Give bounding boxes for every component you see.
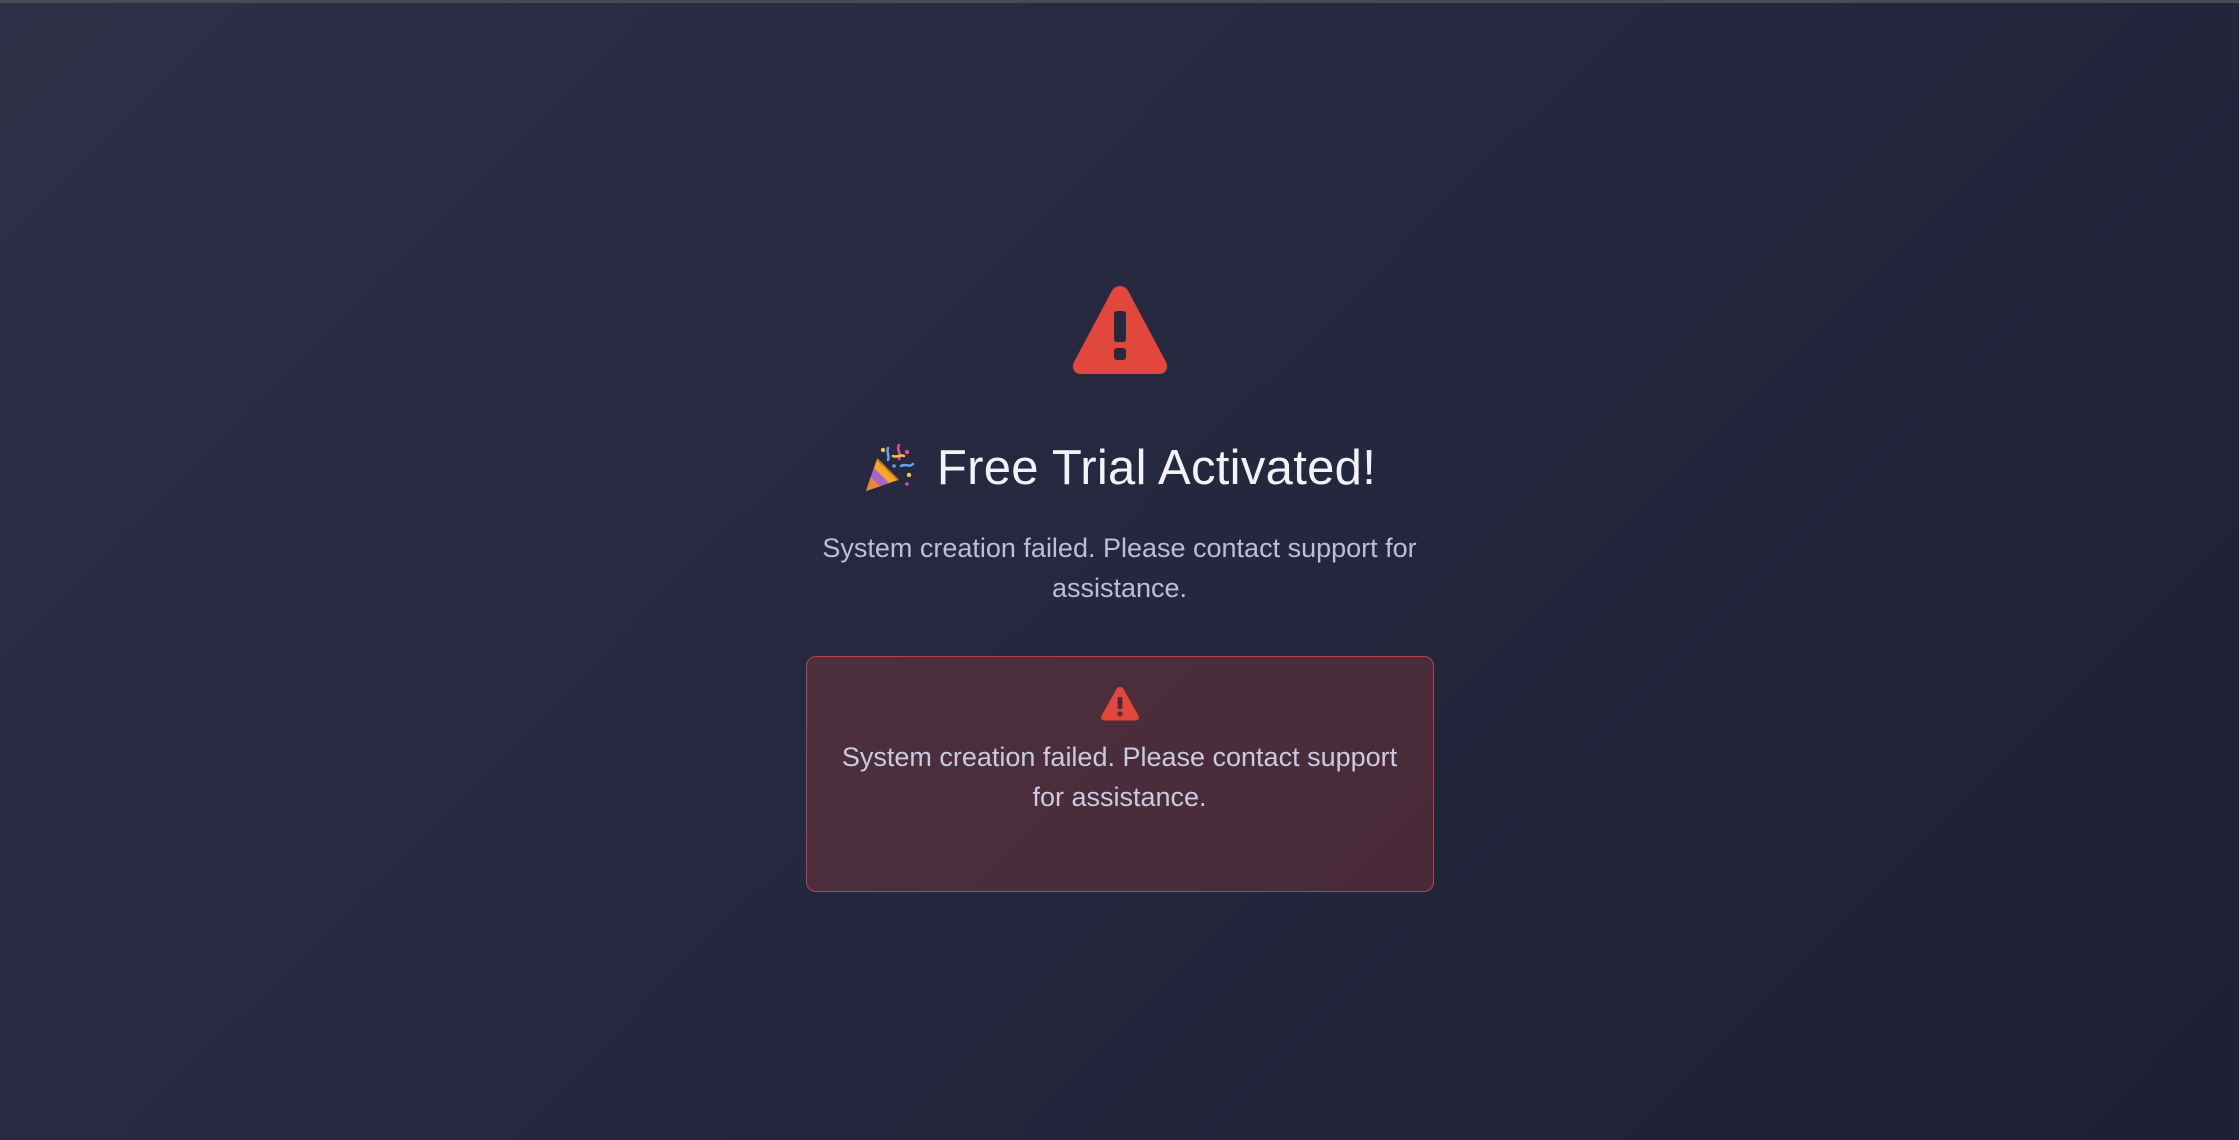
page-title: Free Trial Activated! — [863, 440, 1376, 496]
window-top-border — [0, 0, 2239, 3]
party-popper-icon — [865, 443, 915, 491]
warning-triangle-icon — [1100, 687, 1139, 721]
status-message: System creation failed. Please contact s… — [822, 533, 1417, 603]
activation-status-panel: Free Trial Activated! System creation fa… — [0, 280, 2239, 892]
page-title-text: Free Trial Activated! — [936, 441, 1377, 495]
error-alert-message: System creation failed. Please contact s… — [841, 742, 1398, 812]
warning-triangle-icon — [1072, 286, 1167, 374]
error-alert: System creation failed. Please contact s… — [805, 656, 1434, 892]
